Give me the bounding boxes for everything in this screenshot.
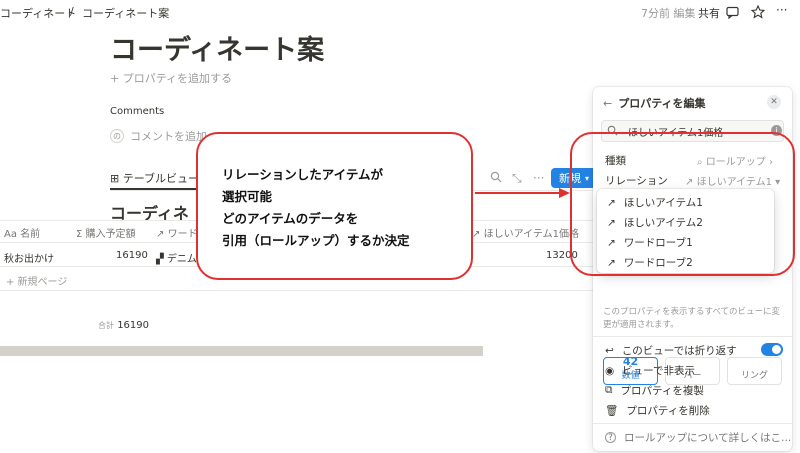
cell-name[interactable]: 秋お出かけ	[4, 250, 54, 265]
total-label: 合計	[98, 321, 114, 330]
help-link[interactable]: ? ロールアップについて詳しくはこ...	[605, 430, 791, 445]
breadcrumb-parent[interactable]: コーディネート	[0, 5, 76, 21]
more-options-icon[interactable]: ···	[533, 171, 544, 185]
item-icon: ▞	[156, 254, 164, 265]
sigma-icon: Σ	[76, 229, 83, 240]
callout-line-4: 引用（ロールアップ）するか決定	[222, 233, 410, 248]
tab-table-view-label: テーブルビュー	[122, 172, 200, 185]
panel-divider	[593, 423, 792, 424]
table-icon: ⊞	[110, 172, 120, 185]
avatar: の	[110, 129, 124, 143]
wrap-option[interactable]: ↩ このビューでは折り返す	[605, 343, 737, 358]
callout-line-3: どのアイテムのデータを	[222, 211, 359, 226]
expand-icon[interactable]: ⤡	[512, 171, 522, 186]
tab-table-view[interactable]: ⊞ テーブルビュー	[110, 170, 199, 186]
column-header-relation[interactable]: ↗ ワード	[156, 225, 198, 240]
callout-line-2: 選択可能	[222, 189, 273, 204]
total-value: 16190	[117, 320, 149, 331]
cell-relation[interactable]: ▞ デニム	[156, 250, 197, 265]
star-icon[interactable]	[751, 5, 765, 19]
hide-option[interactable]: ◉ ビューで非表示	[605, 363, 695, 378]
annotation-arrow	[475, 188, 570, 198]
eye-icon: ◉	[605, 364, 615, 377]
annotation-callout: リレーションしたアイテムが 選択可能 どのアイテムのデータを 引用（ロールアップ…	[196, 132, 473, 280]
duplicate-option[interactable]: ⧉ プロパティを複製	[605, 383, 704, 398]
panel-description: このプロパティを表示するすべてのビューに変更が適用されます。	[603, 307, 781, 330]
wrap-icon: ↩	[605, 344, 614, 357]
close-icon[interactable]: ✕	[767, 95, 781, 109]
panel-title: プロパティを編集	[618, 97, 706, 110]
total-calculation[interactable]: 合計 16190	[98, 320, 149, 331]
new-page-button[interactable]: + 新規ページ	[6, 273, 67, 288]
table-bottom-border	[0, 290, 593, 291]
relation-arrow-icon: ↗	[472, 229, 481, 240]
column-header-name[interactable]: Aa 名前	[4, 225, 40, 240]
column-header-amount[interactable]: Σ 購入予定額	[76, 225, 136, 240]
share-button[interactable]: 共有	[698, 5, 720, 21]
cell-amount[interactable]: 16190	[116, 250, 148, 261]
callout-line-1: リレーションしたアイテムが	[222, 167, 384, 182]
column-header-price[interactable]: ↗ ほしいアイテム1価格	[472, 225, 579, 240]
comment-icon[interactable]	[726, 6, 739, 19]
relation-arrow-icon: ↗	[156, 229, 165, 240]
breadcrumb-separator: /	[70, 5, 74, 18]
add-comment-field[interactable]: の コメントを追加	[110, 128, 207, 144]
text-type-icon: Aa	[4, 229, 17, 240]
back-arrow-icon[interactable]: ←	[603, 97, 612, 110]
copy-icon: ⧉	[605, 384, 613, 396]
search-icon[interactable]	[490, 171, 502, 183]
wrap-toggle[interactable]	[761, 343, 783, 356]
annotation-highlight	[570, 132, 795, 276]
comments-heading: Comments	[110, 106, 165, 117]
page-title[interactable]: コーディネート案	[110, 28, 324, 67]
trash-icon: 🗑	[605, 405, 619, 417]
format-ring-option[interactable]: リング	[727, 357, 782, 385]
add-property-button[interactable]: + プロパティを追加する	[110, 70, 232, 86]
more-icon[interactable]: ···	[776, 3, 787, 17]
add-comment-placeholder: コメントを追加	[130, 130, 207, 143]
panel-header: ← プロパティを編集	[603, 95, 706, 111]
breadcrumb-current[interactable]: コーディネート案	[82, 5, 169, 21]
panel-divider	[593, 336, 792, 337]
edited-time: 7分前 編集	[641, 7, 696, 20]
help-icon: ?	[605, 432, 616, 443]
delete-option[interactable]: 🗑 プロパティを削除	[605, 403, 710, 418]
top-bar: コーディネート / コーディネート案 7分前 編集 共有 ···	[0, 0, 800, 26]
horizontal-scrollbar[interactable]	[0, 346, 483, 356]
